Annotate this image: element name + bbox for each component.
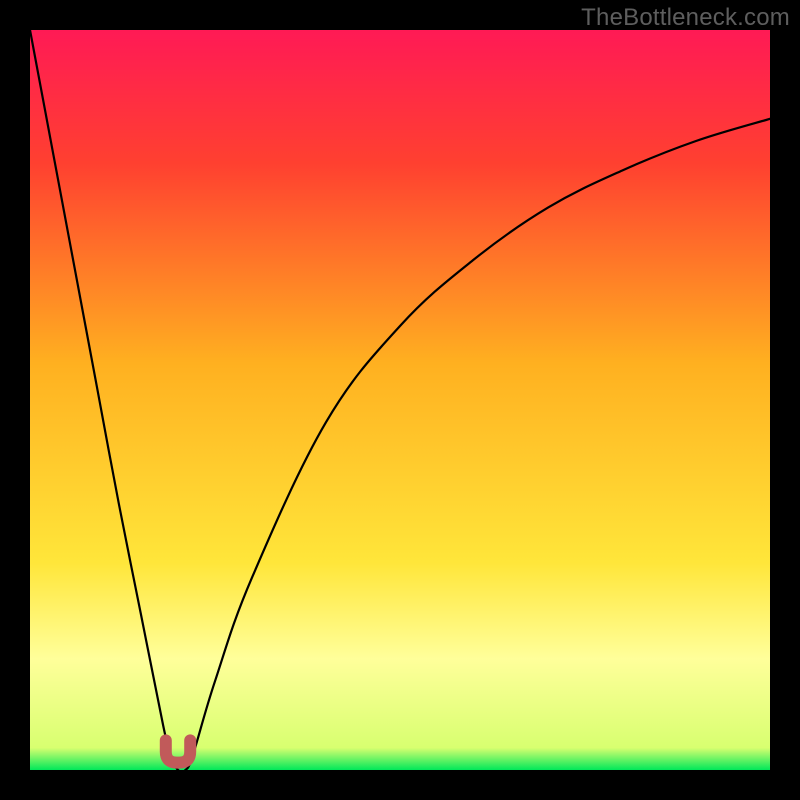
optimum-marker: [166, 740, 190, 762]
bottleneck-curve: [30, 30, 770, 770]
curve-layer: [30, 30, 770, 770]
plot-area: [30, 30, 770, 770]
chart-frame: TheBottleneck.com: [0, 0, 800, 800]
watermark-text: TheBottleneck.com: [581, 4, 790, 32]
